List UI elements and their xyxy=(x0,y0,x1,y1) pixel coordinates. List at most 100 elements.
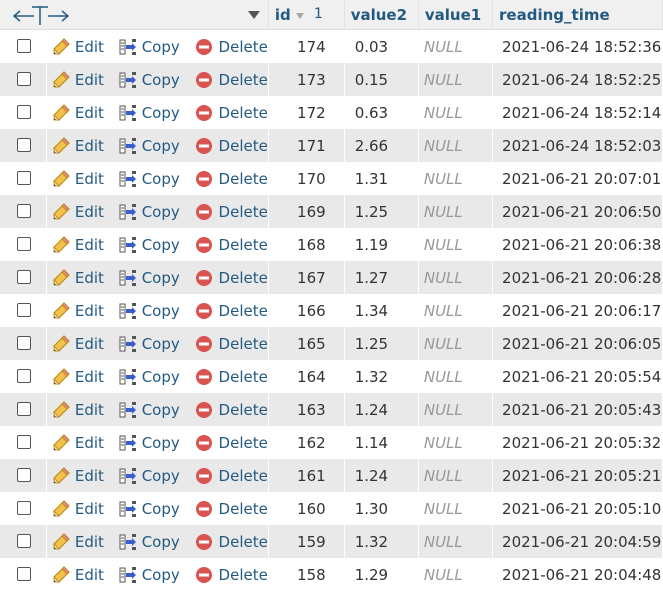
delete-label[interactable]: Delete xyxy=(219,467,268,485)
column-header-id[interactable]: id 1 xyxy=(268,0,345,30)
cell-value2[interactable]: 0.15 xyxy=(344,63,419,96)
edit-button[interactable]: Edit xyxy=(51,169,104,189)
row-checkbox[interactable] xyxy=(17,105,31,119)
edit-button[interactable]: Edit xyxy=(51,202,104,222)
column-header-id-label[interactable]: id xyxy=(275,6,291,24)
row-checkbox[interactable] xyxy=(17,270,31,284)
edit-label[interactable]: Edit xyxy=(75,38,104,56)
edit-button[interactable]: Edit xyxy=(51,367,104,387)
copy-label[interactable]: Copy xyxy=(142,203,180,221)
delete-label[interactable]: Delete xyxy=(219,335,268,353)
cell-value1[interactable]: NULL xyxy=(418,261,494,294)
row-checkbox[interactable] xyxy=(17,501,31,515)
copy-label[interactable]: Copy xyxy=(142,137,180,155)
edit-label[interactable]: Edit xyxy=(75,170,104,188)
copy-button[interactable]: Copy xyxy=(118,70,180,90)
cell-id[interactable]: 158 xyxy=(268,558,345,591)
edit-label[interactable]: Edit xyxy=(75,500,104,518)
edit-label[interactable]: Edit xyxy=(75,71,104,89)
delete-button[interactable]: Delete xyxy=(195,434,268,452)
edit-label[interactable]: Edit xyxy=(75,566,104,584)
copy-label[interactable]: Copy xyxy=(142,38,180,56)
edit-button[interactable]: Edit xyxy=(51,268,104,288)
delete-label[interactable]: Delete xyxy=(219,401,268,419)
edit-button[interactable]: Edit xyxy=(51,334,104,354)
copy-label[interactable]: Copy xyxy=(142,236,180,254)
cell-reading-time[interactable]: 2021-06-24 18:52:36 xyxy=(493,30,663,63)
delete-button[interactable]: Delete xyxy=(195,104,268,122)
row-checkbox[interactable] xyxy=(17,138,31,152)
copy-button[interactable]: Copy xyxy=(118,136,180,156)
cell-value1[interactable]: NULL xyxy=(418,327,494,360)
edit-button[interactable]: Edit xyxy=(51,103,104,123)
delete-button[interactable]: Delete xyxy=(195,269,268,287)
cell-reading-time[interactable]: 2021-06-21 20:06:05 xyxy=(493,327,663,360)
cell-value2[interactable]: 1.31 xyxy=(344,162,419,195)
delete-label[interactable]: Delete xyxy=(219,203,268,221)
delete-label[interactable]: Delete xyxy=(219,434,268,452)
copy-label[interactable]: Copy xyxy=(142,467,180,485)
copy-button[interactable]: Copy xyxy=(118,169,180,189)
copy-button[interactable]: Copy xyxy=(118,532,180,552)
edit-label[interactable]: Edit xyxy=(75,236,104,254)
edit-label[interactable]: Edit xyxy=(75,467,104,485)
row-checkbox[interactable] xyxy=(17,567,31,581)
delete-button[interactable]: Delete xyxy=(195,170,268,188)
copy-button[interactable]: Copy xyxy=(118,334,180,354)
copy-label[interactable]: Copy xyxy=(142,104,180,122)
cell-value2[interactable]: 1.27 xyxy=(344,261,419,294)
delete-label[interactable]: Delete xyxy=(219,500,268,518)
edit-button[interactable]: Edit xyxy=(51,400,104,420)
delete-label[interactable]: Delete xyxy=(219,269,268,287)
row-checkbox[interactable] xyxy=(17,204,31,218)
delete-label[interactable]: Delete xyxy=(219,368,268,386)
cell-reading-time[interactable]: 2021-06-24 18:52:03 xyxy=(493,129,663,162)
delete-button[interactable]: Delete xyxy=(195,401,268,419)
copy-button[interactable]: Copy xyxy=(118,499,180,519)
copy-button[interactable]: Copy xyxy=(118,235,180,255)
edit-label[interactable]: Edit xyxy=(75,137,104,155)
column-arrows-icon[interactable] xyxy=(12,3,72,27)
copy-label[interactable]: Copy xyxy=(142,335,180,353)
dropdown-arrow-icon[interactable] xyxy=(247,11,260,19)
cell-value2[interactable]: 2.66 xyxy=(344,129,419,162)
copy-button[interactable]: Copy xyxy=(118,433,180,453)
edit-button[interactable]: Edit xyxy=(51,532,104,552)
edit-button[interactable]: Edit xyxy=(51,37,104,57)
cell-value2[interactable]: 1.29 xyxy=(344,558,419,591)
copy-button[interactable]: Copy xyxy=(118,301,180,321)
edit-label[interactable]: Edit xyxy=(75,434,104,452)
row-checkbox[interactable] xyxy=(17,369,31,383)
row-checkbox[interactable] xyxy=(17,336,31,350)
cell-id[interactable]: 165 xyxy=(268,327,345,360)
column-header-value2[interactable]: value2 xyxy=(344,0,419,30)
column-header-value2-label[interactable]: value2 xyxy=(351,6,407,24)
cell-value1[interactable]: NULL xyxy=(418,63,494,96)
sort-descending-icon[interactable] xyxy=(295,13,304,19)
delete-button[interactable]: Delete xyxy=(195,302,268,320)
delete-button[interactable]: Delete xyxy=(195,71,268,89)
row-checkbox[interactable] xyxy=(17,534,31,548)
copy-button[interactable]: Copy xyxy=(118,367,180,387)
cell-value1[interactable]: NULL xyxy=(418,162,494,195)
cell-value2[interactable]: 1.30 xyxy=(344,492,419,525)
cell-value1[interactable]: NULL xyxy=(418,393,494,426)
copy-label[interactable]: Copy xyxy=(142,368,180,386)
delete-button[interactable]: Delete xyxy=(195,467,268,485)
copy-label[interactable]: Copy xyxy=(142,434,180,452)
cell-value1[interactable]: NULL xyxy=(418,459,494,492)
delete-button[interactable]: Delete xyxy=(195,566,268,584)
cell-value1[interactable]: NULL xyxy=(418,294,494,327)
edit-button[interactable]: Edit xyxy=(51,301,104,321)
edit-button[interactable]: Edit xyxy=(51,433,104,453)
cell-reading-time[interactable]: 2021-06-21 20:05:10 xyxy=(493,492,663,525)
delete-label[interactable]: Delete xyxy=(219,302,268,320)
edit-label[interactable]: Edit xyxy=(75,335,104,353)
column-header-reading-time[interactable]: reading_time xyxy=(493,0,663,30)
delete-label[interactable]: Delete xyxy=(219,137,268,155)
cell-value1[interactable]: NULL xyxy=(418,558,494,591)
cell-reading-time[interactable]: 2021-06-21 20:05:32 xyxy=(493,426,663,459)
cell-value1[interactable]: NULL xyxy=(418,525,494,558)
cell-reading-time[interactable]: 2021-06-21 20:05:43 xyxy=(493,393,663,426)
delete-label[interactable]: Delete xyxy=(219,71,268,89)
